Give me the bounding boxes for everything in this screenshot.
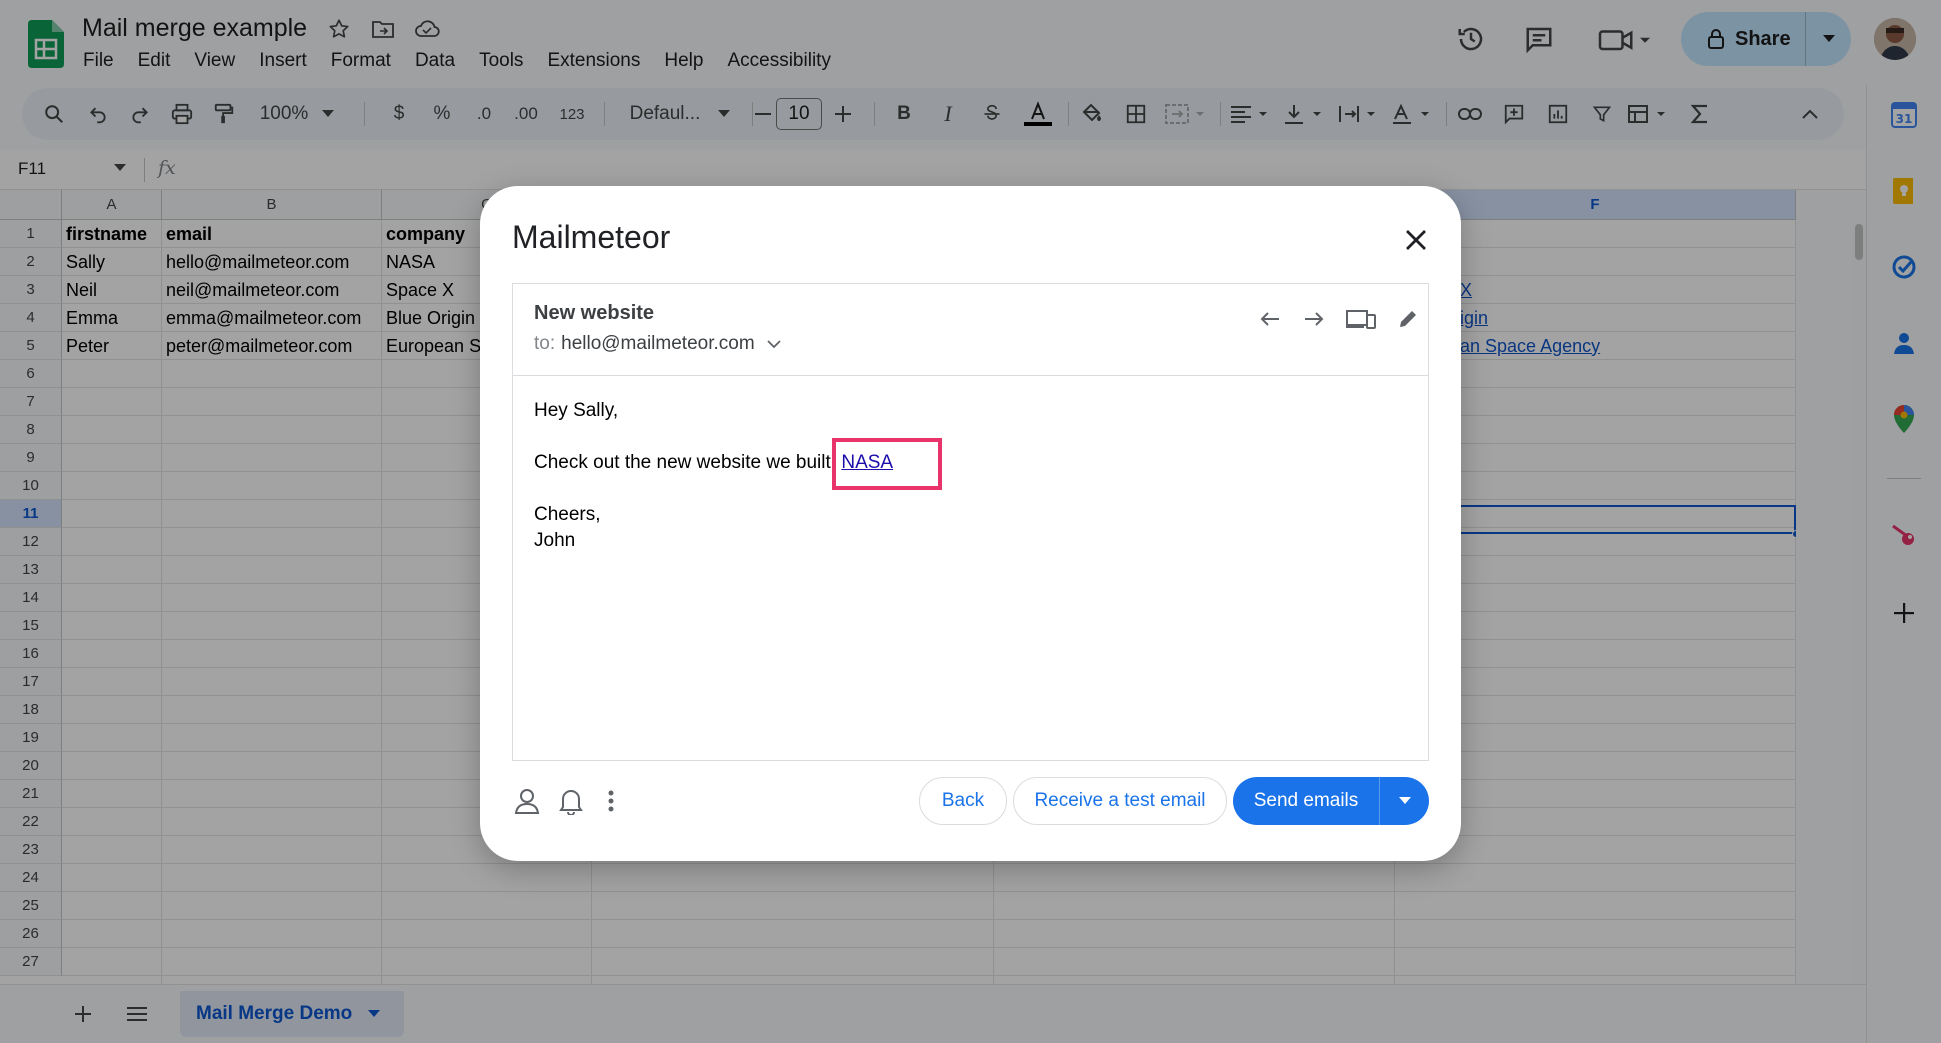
- email-recipient[interactable]: to: hello@mailmeteor.com: [534, 333, 781, 355]
- device-preview-icon[interactable]: [1341, 302, 1381, 336]
- send-emails-button[interactable]: Send emails: [1233, 777, 1429, 825]
- back-button[interactable]: Back: [919, 777, 1007, 825]
- chevron-down-icon: [767, 339, 781, 348]
- email-line-text: Check out the new website we built:: [534, 452, 842, 473]
- person-icon[interactable]: [510, 784, 544, 818]
- email-closing: Cheers,: [534, 504, 601, 525]
- receive-test-email-button[interactable]: Receive a test email: [1013, 777, 1227, 825]
- mailmeteor-dialog: Mailmeteor New website to: hello@mailmet…: [480, 186, 1461, 861]
- bell-icon[interactable]: [554, 784, 588, 818]
- email-greeting: Hey Sally,: [534, 400, 619, 421]
- close-icon[interactable]: [1398, 222, 1434, 258]
- previous-recipient-icon[interactable]: [1253, 302, 1287, 336]
- link-highlight-box: [832, 438, 942, 490]
- next-recipient-icon[interactable]: [1297, 302, 1331, 336]
- email-subject: New website: [534, 302, 655, 324]
- send-emails-label[interactable]: Send emails: [1233, 777, 1379, 825]
- email-preview-header: New website to: hello@mailmeteor.com: [513, 284, 1428, 376]
- email-signature: John: [534, 530, 576, 551]
- dialog-title: Mailmeteor: [512, 219, 671, 255]
- email-preview: New website to: hello@mailmeteor.com Hey…: [512, 283, 1429, 761]
- send-options-dropdown-icon[interactable]: [1380, 797, 1429, 805]
- to-address: hello@mailmeteor.com: [561, 333, 755, 354]
- edit-pencil-icon[interactable]: [1391, 302, 1425, 336]
- to-label: to:: [534, 333, 556, 354]
- more-vert-icon[interactable]: [594, 784, 628, 818]
